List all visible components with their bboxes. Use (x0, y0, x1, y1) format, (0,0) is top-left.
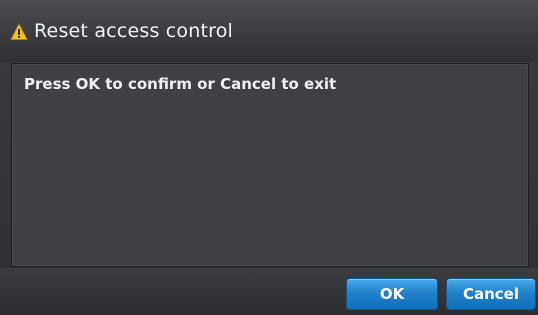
message-panel: Press OK to confirm or Cancel to exit (11, 63, 529, 267)
dialog-message: Press OK to confirm or Cancel to exit (24, 75, 337, 93)
ok-button[interactable]: OK (346, 278, 438, 310)
dialog-title: Reset access control (34, 20, 234, 42)
dialog-titlebar: Reset access control (0, 0, 538, 62)
warning-icon (10, 23, 28, 40)
cancel-button[interactable]: Cancel (446, 278, 536, 310)
printer-screen: Reset access control Press OK to confirm… (0, 0, 538, 315)
